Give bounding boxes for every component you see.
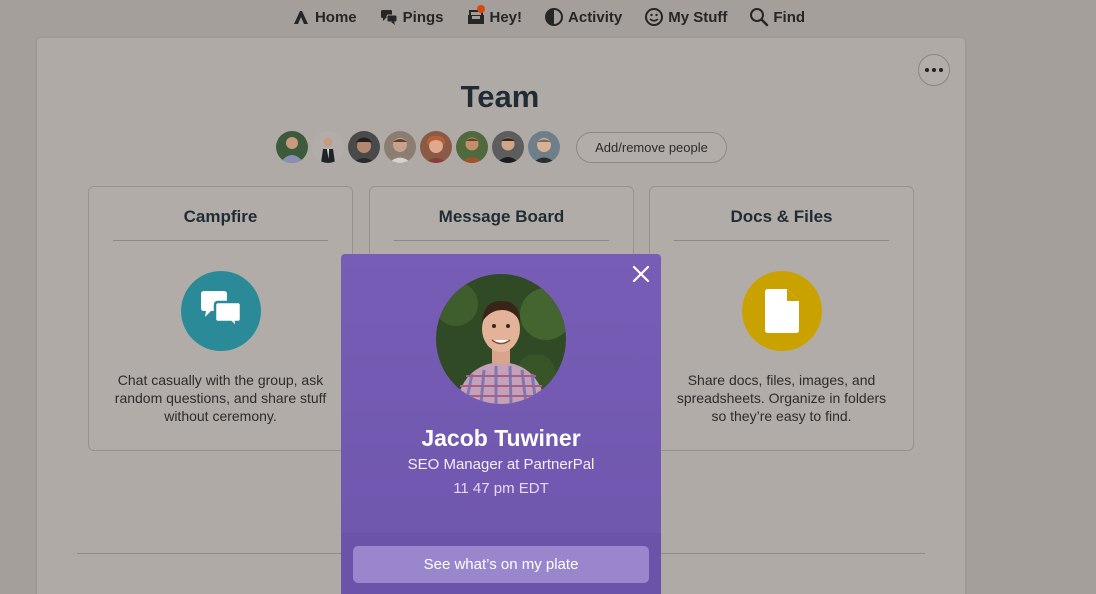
avatar[interactable]	[276, 131, 308, 163]
profile-photo	[436, 274, 566, 404]
add-remove-people-button[interactable]: Add/remove people	[576, 132, 727, 163]
nav-find[interactable]: Find	[749, 7, 805, 27]
tool-campfire[interactable]: Campfire Chat casually with the group, a…	[88, 186, 353, 451]
tool-description: Share docs, files, images, and spreadshe…	[676, 372, 887, 424]
search-icon	[750, 8, 769, 27]
dot-icon	[939, 68, 943, 72]
divider	[113, 240, 328, 241]
avatar[interactable]	[420, 131, 452, 163]
profile-name: Jacob Tuwiner	[421, 425, 581, 451]
nav-activity[interactable]: Activity	[544, 7, 622, 27]
avatar[interactable]	[456, 131, 488, 163]
dot-icon	[925, 68, 929, 72]
top-nav: Home Pings Hey! Activity My Stuff Find	[0, 0, 1096, 34]
popup-footer: See what’s on my plate	[341, 533, 661, 594]
notification-dot	[476, 5, 485, 13]
profile-role: SEO Manager at PartnerPal	[407, 456, 595, 473]
avatar[interactable]	[528, 131, 560, 163]
nav-find-label: Find	[773, 8, 806, 26]
close-icon[interactable]	[631, 264, 651, 284]
chat-bubbles-icon	[180, 271, 261, 351]
nav-home[interactable]: Home	[291, 7, 357, 27]
tool-title: Campfire	[183, 207, 258, 226]
divider	[394, 240, 609, 241]
avatar[interactable]	[384, 131, 416, 163]
divider	[674, 240, 889, 241]
activity-icon	[545, 8, 564, 26]
nav-my-stuff[interactable]: My Stuff	[644, 7, 727, 27]
nav-hey-label: Hey!	[489, 8, 523, 26]
tool-docs-files[interactable]: Docs & Files Share docs, files, images, …	[649, 186, 914, 451]
home-icon	[293, 11, 308, 24]
profile-popup: Jacob Tuwiner SEO Manager at PartnerPal …	[341, 254, 661, 594]
nav-hey[interactable]: Hey!	[466, 5, 523, 27]
nav-activity-label: Activity	[568, 8, 623, 26]
pings-icon	[380, 10, 398, 25]
tool-title: Message Board	[438, 207, 565, 226]
see-my-plate-button[interactable]: See what’s on my plate	[353, 546, 649, 583]
profile-local-time: 11 47 pm EDT	[453, 480, 549, 497]
avatar[interactable]	[348, 131, 380, 163]
people-list	[276, 131, 560, 163]
document-icon	[741, 271, 822, 351]
dot-icon	[932, 68, 936, 72]
page-title: Team	[460, 79, 540, 114]
tool-title: Docs & Files	[730, 207, 833, 226]
nav-pings[interactable]: Pings	[379, 7, 444, 27]
avatar[interactable]	[312, 131, 344, 163]
nav-home-label: Home	[314, 8, 357, 26]
nav-pings-label: Pings	[402, 8, 444, 26]
tool-description: Chat casually with the group, ask random…	[114, 372, 327, 424]
my-stuff-icon	[645, 8, 664, 26]
nav-my-stuff-label: My Stuff	[668, 8, 728, 26]
avatar[interactable]	[492, 131, 524, 163]
